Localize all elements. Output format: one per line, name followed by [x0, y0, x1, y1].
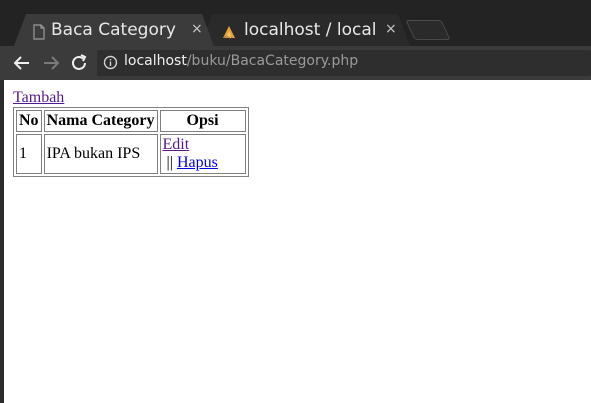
tab-title: localhost / localh: [244, 20, 376, 40]
table-row: 1 IPA bukan IPS Edit || Hapus: [16, 134, 246, 174]
tab-strip: php localhost / localh × Baca Category ×: [0, 0, 591, 46]
column-header-nama-category: Nama Category: [43, 110, 158, 132]
tab-localhost[interactable]: php localhost / localh ×: [200, 14, 410, 46]
page-content: Tambah No Nama Category Opsi 1 IPA bukan…: [4, 80, 591, 403]
cell-opsi: Edit || Hapus: [159, 134, 246, 174]
url-text: localhost/buku/BacaCategory.php: [124, 53, 358, 69]
column-header-opsi: Opsi: [159, 110, 246, 132]
url-path: /buku/BacaCategory.php: [186, 53, 359, 69]
tab-title: Baca Category: [51, 20, 176, 40]
column-header-no: No: [16, 110, 42, 132]
tab-close-button[interactable]: ×: [191, 21, 203, 37]
forward-arrow-icon[interactable]: [40, 52, 62, 74]
back-arrow-icon[interactable]: [11, 52, 33, 74]
reload-icon[interactable]: [68, 52, 90, 74]
info-icon[interactable]: [103, 55, 118, 70]
edit-link[interactable]: Edit: [163, 136, 190, 153]
cell-no: 1: [16, 134, 42, 174]
address-bar[interactable]: localhost/buku/BacaCategory.php: [97, 50, 591, 76]
page-icon: [32, 24, 46, 40]
table-header-row: No Nama Category Opsi: [16, 110, 246, 132]
tab-baca-category[interactable]: Baca Category ×: [14, 14, 214, 46]
tambah-link[interactable]: Tambah: [13, 89, 64, 107]
toolbar: localhost/buku/BacaCategory.php: [0, 46, 591, 80]
svg-text:php: php: [224, 35, 232, 40]
new-tab-button[interactable]: [405, 20, 451, 40]
url-host: localhost: [124, 53, 187, 69]
cell-nama: IPA bukan IPS: [43, 134, 158, 174]
category-table: No Nama Category Opsi 1 IPA bukan IPS Ed…: [13, 107, 249, 177]
tab-close-button[interactable]: ×: [385, 21, 397, 37]
link-separator: ||: [162, 154, 177, 171]
phpmyadmin-icon: php: [222, 24, 236, 40]
hapus-link[interactable]: Hapus: [177, 154, 218, 171]
